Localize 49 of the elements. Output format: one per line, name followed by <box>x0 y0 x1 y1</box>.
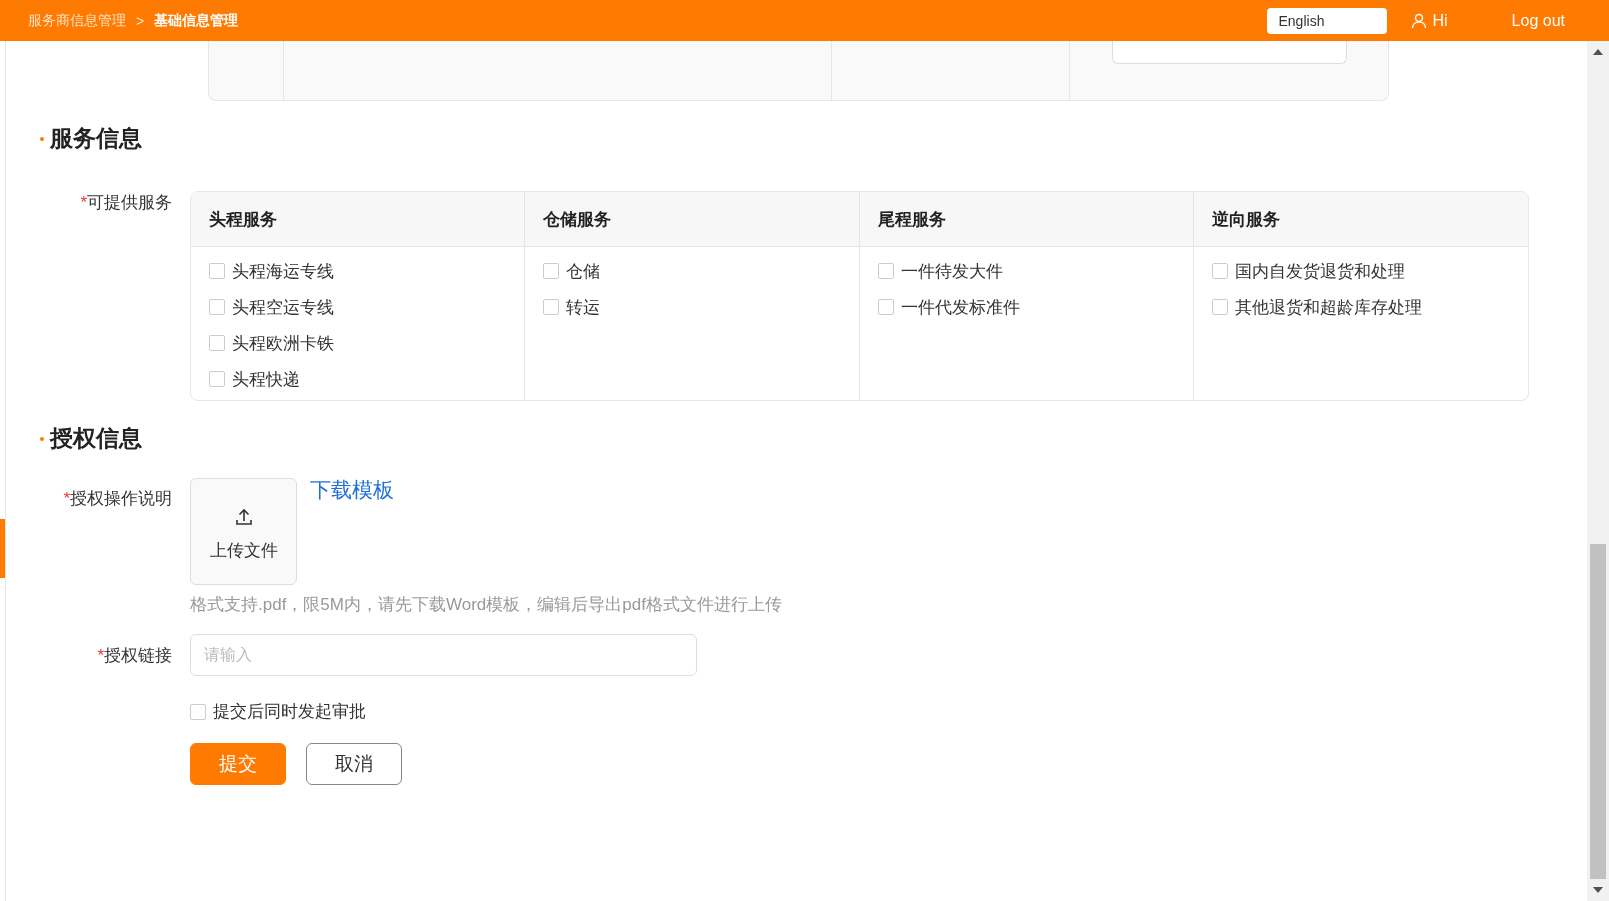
checkbox-label[interactable]: 转运 <box>566 295 601 319</box>
breadcrumb-current: 基础信息管理 <box>154 11 239 30</box>
field-label: *授权操作说明 <box>62 488 173 510</box>
checkbox-label[interactable]: 国内自发货退货和处理 <box>1234 259 1405 283</box>
upload-icon <box>233 507 254 527</box>
checkbox[interactable] <box>1211 299 1228 315</box>
input-field[interactable]: 请输入 <box>190 634 697 676</box>
checkbox-label[interactable]: 一件待发大件 <box>900 259 1003 283</box>
field-label: *可提供服务 <box>79 192 173 214</box>
column-header: 尾程服务 <box>859 192 1193 247</box>
checkbox[interactable] <box>209 335 225 351</box>
section-title: 授权信息 <box>50 424 142 453</box>
breadcrumb-separator: > <box>136 12 145 29</box>
upload-button[interactable]: 上传文件 <box>190 478 297 585</box>
section-title: 服务信息 <box>50 124 142 153</box>
column-header: 头程服务 <box>191 192 525 247</box>
column-header: 逆向服务 <box>1193 192 1528 247</box>
checkbox[interactable] <box>209 299 225 315</box>
scrollbar-thumb[interactable] <box>1590 544 1606 879</box>
download-link[interactable]: 下载模板 <box>310 476 394 585</box>
checkbox[interactable] <box>190 703 206 720</box>
checkbox-label[interactable]: 提交后同时发起审批 <box>213 700 366 723</box>
checkbox[interactable] <box>543 299 560 315</box>
cancel-button[interactable]: 取消 <box>306 743 402 785</box>
checkbox-label[interactable]: 头程空运专线 <box>232 295 334 319</box>
checkbox[interactable] <box>877 299 894 315</box>
section-marker <box>40 136 44 141</box>
user-icon <box>1410 12 1427 29</box>
section-marker <box>40 436 44 441</box>
user-greeting: Hi <box>1432 11 1448 30</box>
checkbox-label[interactable]: 仓储 <box>566 259 601 283</box>
checkbox[interactable] <box>1211 263 1228 279</box>
checkbox[interactable] <box>543 263 560 279</box>
language-select[interactable]: English <box>1266 7 1387 34</box>
field-label: *授权链接 <box>96 644 173 667</box>
checkbox[interactable] <box>209 371 225 387</box>
checkbox-label[interactable]: 头程欧洲卡铁 <box>232 331 334 355</box>
checkbox-label[interactable]: 一件代发标准件 <box>900 295 1020 319</box>
scroll-up-icon[interactable] <box>1593 49 1603 55</box>
hint-text: 格式支持.pdf，限5M内，请先下载Word模板，编辑后导出pdf格式文件进行上传 <box>190 594 783 616</box>
checkbox-label[interactable]: 头程海运专线 <box>232 259 334 283</box>
checkbox-label[interactable]: 头程快递 <box>232 367 300 391</box>
scroll-down-icon[interactable] <box>1593 887 1603 893</box>
input-field[interactable] <box>1112 41 1347 64</box>
active-indicator <box>0 519 5 578</box>
checkbox-label[interactable]: 其他退货和超龄库存处理 <box>1234 295 1422 319</box>
checkbox[interactable] <box>877 263 894 279</box>
checkbox[interactable] <box>209 263 225 279</box>
column-header: 仓储服务 <box>525 192 859 247</box>
